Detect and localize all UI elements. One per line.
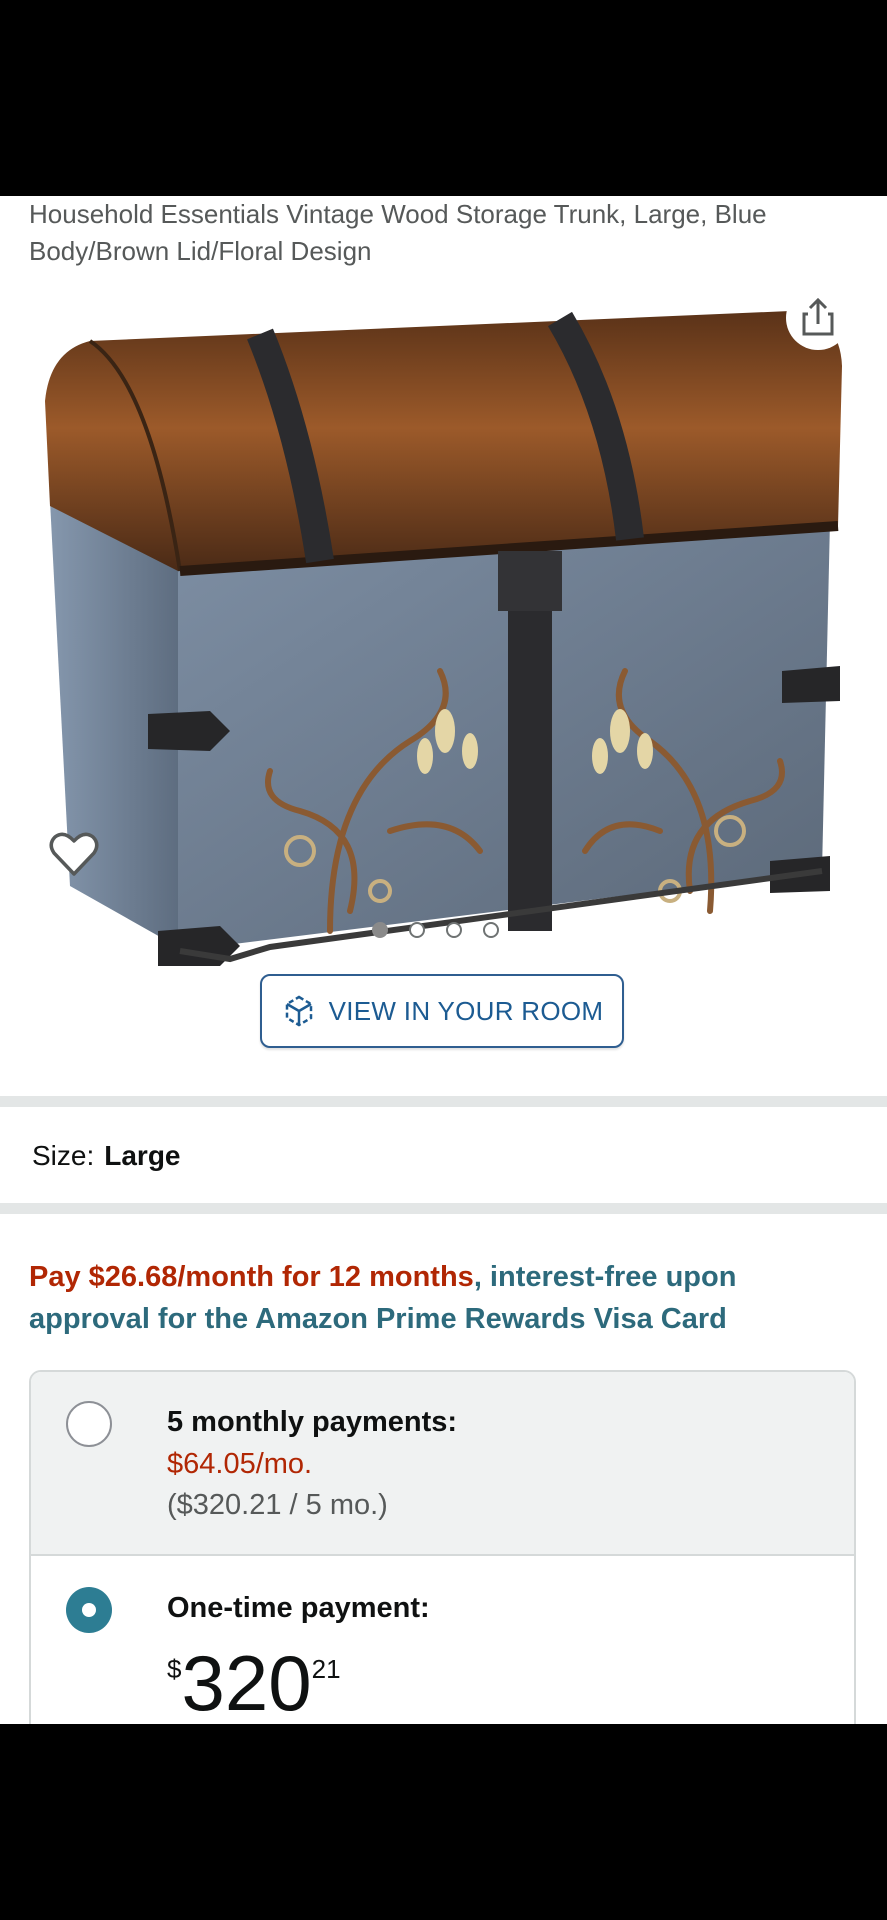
product-image-trunk[interactable] — [30, 271, 860, 1091]
carousel-dot[interactable] — [446, 922, 462, 938]
one-time-payment-radio[interactable] — [66, 1587, 112, 1633]
carousel-dot[interactable] — [372, 922, 388, 938]
monthly-payment-label: 5 monthly payments: — [167, 1406, 458, 1438]
monthly-payment-amount: $64.05/mo. — [167, 1448, 313, 1480]
one-time-price: $ 320 21 — [167, 1644, 341, 1722]
price-currency: $ — [167, 1654, 182, 1684]
ar-cube-icon — [285, 995, 312, 1027]
price-whole: 320 — [181, 1639, 312, 1724]
carousel-dot[interactable] — [483, 922, 499, 938]
monthly-payment-total: ($320.21 / 5 mo.) — [167, 1489, 388, 1521]
carousel-dot[interactable] — [409, 922, 425, 938]
size-selector[interactable]: Size: Large — [32, 1140, 181, 1172]
wishlist-button[interactable] — [46, 826, 102, 882]
monthly-payment-radio[interactable] — [66, 1401, 112, 1447]
promo-highlight: Pay $26.68/month for 12 months — [29, 1261, 474, 1293]
product-page: Household Essentials Vintage Wood Storag… — [0, 196, 887, 1724]
section-divider — [0, 1203, 887, 1214]
size-label: Size: — [32, 1140, 95, 1171]
monthly-payment-option[interactable]: 5 monthly payments: $64.05/mo. ($320.21 … — [31, 1372, 854, 1556]
product-title: Household Essentials Vintage Wood Storag… — [29, 199, 767, 266]
view-in-your-room-button[interactable]: VIEW IN YOUR ROOM — [260, 974, 624, 1048]
image-carousel-dots — [372, 922, 499, 938]
size-value: Large — [104, 1140, 181, 1171]
view-in-your-room-label: VIEW IN YOUR ROOM — [328, 995, 604, 1026]
heart-icon — [49, 832, 99, 876]
payment-options: 5 monthly payments: $64.05/mo. ($320.21 … — [29, 1370, 856, 1724]
one-time-payment-label: One-time payment: — [167, 1592, 430, 1624]
price-fraction: 21 — [311, 1654, 341, 1684]
credit-card-promo[interactable]: Pay $26.68/month for 12 months, interest… — [29, 1256, 849, 1340]
section-divider — [0, 1096, 887, 1107]
share-icon — [802, 297, 834, 336]
share-button[interactable] — [786, 286, 850, 350]
